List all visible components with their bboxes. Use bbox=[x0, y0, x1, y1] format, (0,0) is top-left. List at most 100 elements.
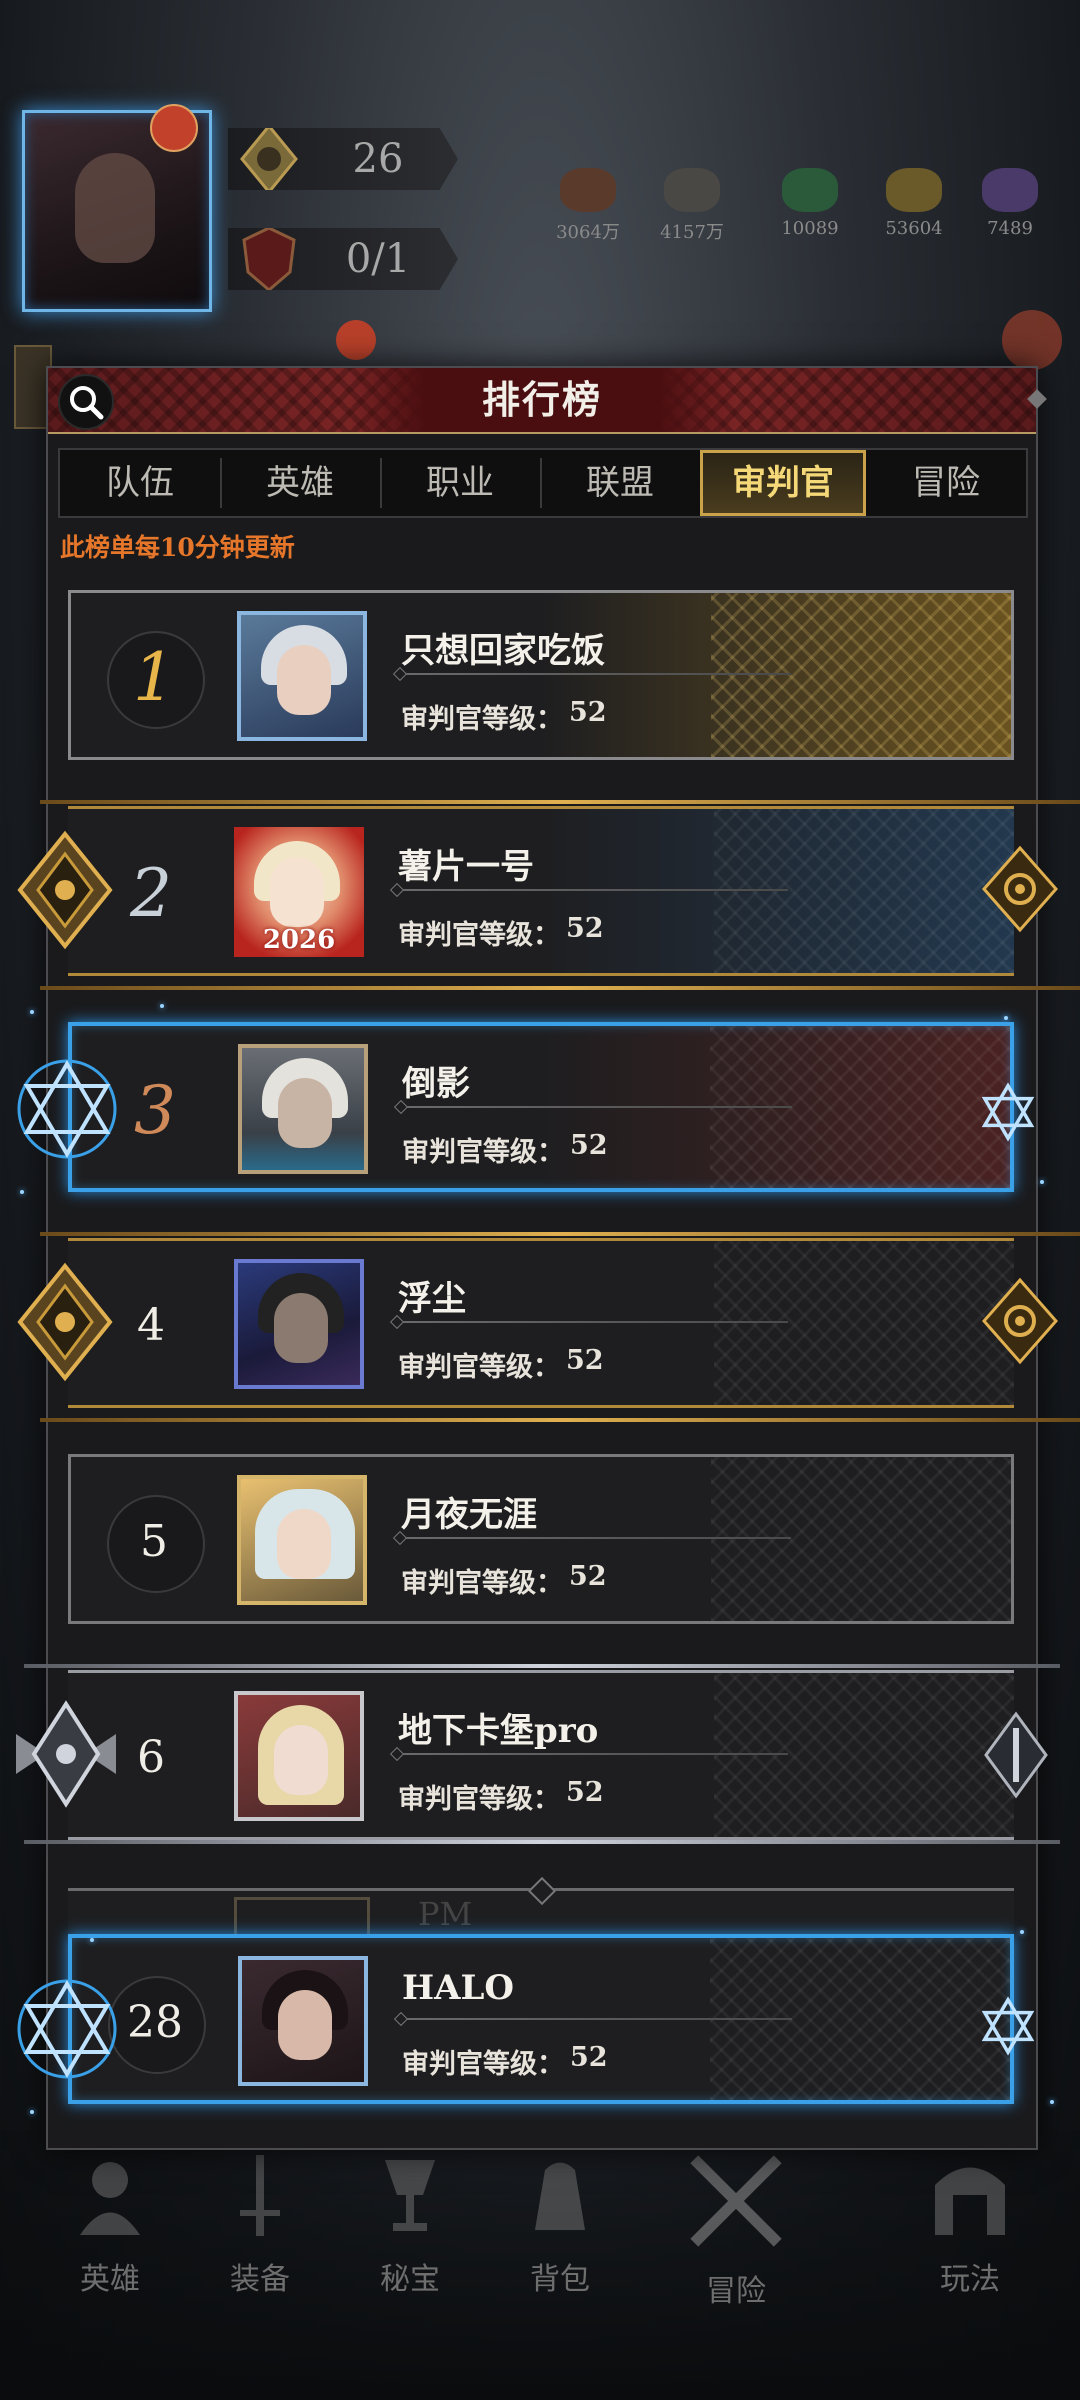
player-avatar[interactable]: 2026 bbox=[234, 827, 364, 957]
divider bbox=[398, 889, 788, 891]
judge-level-value: 52 bbox=[566, 1345, 604, 1376]
crossed-swords-icon bbox=[690, 2155, 782, 2247]
tab-team[interactable]: 队伍 bbox=[60, 450, 220, 516]
player-avatar[interactable] bbox=[234, 1259, 364, 1389]
judge-level-value: 52 bbox=[566, 1777, 604, 1808]
player-name: 薯片一号 bbox=[398, 847, 534, 887]
shield-emblem-icon bbox=[242, 228, 296, 290]
panel-title-bar: 排行榜 bbox=[48, 368, 1047, 434]
resource-stone[interactable]: 4157万 bbox=[652, 168, 732, 244]
judge-level-value: 52 bbox=[570, 1130, 608, 1161]
rank-row-4[interactable]: 4 浮尘 审判官等级： 52 bbox=[68, 1238, 1014, 1408]
player-avatar[interactable] bbox=[237, 611, 367, 741]
divider bbox=[402, 2018, 792, 2020]
player-avatar[interactable] bbox=[238, 1956, 368, 2086]
gold-frame-bottom bbox=[40, 1410, 1080, 1430]
gold-frame-bottom bbox=[40, 978, 1080, 998]
ore-icon bbox=[560, 168, 616, 212]
judge-level-value: 52 bbox=[569, 697, 607, 728]
nav-adventure[interactable]: 冒险 bbox=[666, 2150, 806, 2310]
blue-hexagram-small-icon bbox=[981, 1996, 1035, 2056]
sword-icon bbox=[240, 2155, 280, 2236]
player-name: 浮尘 bbox=[398, 1279, 466, 1319]
judge-level-value: 52 bbox=[566, 913, 604, 944]
nav-equipment[interactable]: 装备 bbox=[190, 2150, 330, 2310]
player-level: 26 bbox=[352, 136, 404, 182]
rank-row-6[interactable]: 6 地下卡堡pro 审判官等级： 52 bbox=[68, 1670, 1014, 1840]
stone-icon bbox=[664, 168, 720, 212]
judge-level-label: 审判官等级： bbox=[398, 1352, 560, 1383]
event-icon[interactable] bbox=[1002, 310, 1062, 370]
rank-row-7-partial[interactable]: PM bbox=[68, 1876, 1014, 1940]
gold-emblem-icon bbox=[17, 830, 113, 950]
emerald-icon bbox=[782, 168, 838, 212]
rank-number: 28 bbox=[127, 1997, 183, 2048]
gold-frame-top bbox=[40, 792, 1080, 812]
tab-adventure[interactable]: 冒险 bbox=[866, 450, 1026, 516]
stamina-value: 0/1 bbox=[345, 236, 411, 282]
player-name: HALO bbox=[402, 1968, 515, 2008]
level-indicator[interactable]: 26 bbox=[228, 128, 458, 190]
divider bbox=[398, 1321, 788, 1323]
gold-ore-icon bbox=[886, 168, 942, 212]
resource-ore[interactable]: 3064万 bbox=[548, 168, 628, 244]
nav-heroes[interactable]: 英雄 bbox=[40, 2150, 180, 2310]
judge-level-value: 52 bbox=[570, 2042, 608, 2073]
tab-class[interactable]: 职业 bbox=[380, 450, 540, 516]
search-icon bbox=[70, 386, 104, 420]
bag-icon bbox=[535, 2162, 585, 2230]
notification-badge bbox=[150, 104, 198, 152]
amethyst-icon bbox=[982, 168, 1038, 212]
rank-row-2[interactable]: 2 2026 薯片一号 审判官等级： 52 bbox=[68, 806, 1014, 976]
player-avatar[interactable] bbox=[238, 1044, 368, 1174]
silver-sword-emblem-icon bbox=[984, 1711, 1048, 1799]
silver-frame-top bbox=[24, 1656, 1060, 1676]
divider bbox=[401, 1537, 791, 1539]
nav-treasure[interactable]: 秘宝 bbox=[340, 2150, 480, 2310]
stamina-indicator[interactable]: 0/1 bbox=[228, 228, 458, 290]
silver-winged-emblem-icon bbox=[16, 1700, 116, 1808]
gate-icon bbox=[935, 2167, 1005, 2235]
divider bbox=[401, 673, 791, 675]
nav-gameplay[interactable]: 玩法 bbox=[900, 2150, 1040, 2310]
avatar-tag: 2026 bbox=[262, 925, 336, 955]
blue-hexagram-icon bbox=[17, 1059, 117, 1159]
resource-amethyst[interactable]: 7489 bbox=[970, 168, 1050, 239]
gold-frame-top bbox=[40, 1224, 1080, 1244]
divider-ornament bbox=[527, 1876, 557, 1906]
my-rank-row[interactable]: 28 HALO 审判官等级： 52 bbox=[68, 1934, 1014, 2104]
tab-hero[interactable]: 英雄 bbox=[220, 450, 380, 516]
avatar-portrait bbox=[75, 153, 155, 263]
rank-number: 1 bbox=[133, 639, 175, 716]
gold-eye-emblem-icon bbox=[982, 845, 1058, 933]
player-name: 月夜无涯 bbox=[401, 1495, 537, 1535]
silver-frame-bottom bbox=[24, 1832, 1060, 1852]
chalice-icon bbox=[385, 2160, 435, 2231]
resource-emerald[interactable]: 10089 bbox=[770, 168, 850, 239]
update-notice: 此榜单每10分钟更新 bbox=[60, 533, 295, 562]
compass-icon bbox=[240, 128, 298, 190]
divider bbox=[398, 1753, 788, 1755]
player-avatar[interactable] bbox=[234, 1691, 364, 1821]
search-button[interactable] bbox=[58, 374, 114, 430]
rank-row-3[interactable]: 3 倒影 审判官等级： 52 bbox=[68, 1022, 1014, 1192]
blue-hexagram-small-icon bbox=[981, 1082, 1035, 1142]
player-name: 倒影 bbox=[402, 1064, 470, 1104]
tab-judge[interactable]: 审判官 bbox=[700, 450, 866, 516]
gold-eye-emblem-icon bbox=[982, 1277, 1058, 1365]
blue-hexagram-icon bbox=[17, 1979, 117, 2079]
resource-gold-ore[interactable]: 53604 bbox=[874, 168, 954, 239]
hero-icon bbox=[80, 2162, 140, 2235]
nav-bag[interactable]: 背包 bbox=[490, 2150, 630, 2310]
player-avatar[interactable] bbox=[237, 1475, 367, 1605]
player-name: 只想回家吃饭 bbox=[401, 631, 605, 671]
category-tabs: 队伍 英雄 职业 联盟 审判官 冒险 bbox=[58, 448, 1028, 518]
rank-row-5[interactable]: 5 月夜无涯 审判官等级： 52 bbox=[68, 1454, 1014, 1624]
leaderboard-panel: 排行榜 队伍 英雄 职业 联盟 审判官 冒险 此榜单每10分钟更新 1 只想回家… bbox=[46, 366, 1047, 2150]
tab-alliance[interactable]: 联盟 bbox=[540, 450, 700, 516]
rank-number: 3 bbox=[134, 1072, 176, 1149]
rank-row-1[interactable]: 1 只想回家吃饭 审判官等级： 52 bbox=[68, 590, 1014, 760]
judge-level-label: 审判官等级： bbox=[398, 920, 560, 951]
panel-title: 排行榜 bbox=[481, 377, 602, 422]
player-name: 地下卡堡pro bbox=[398, 1711, 599, 1751]
